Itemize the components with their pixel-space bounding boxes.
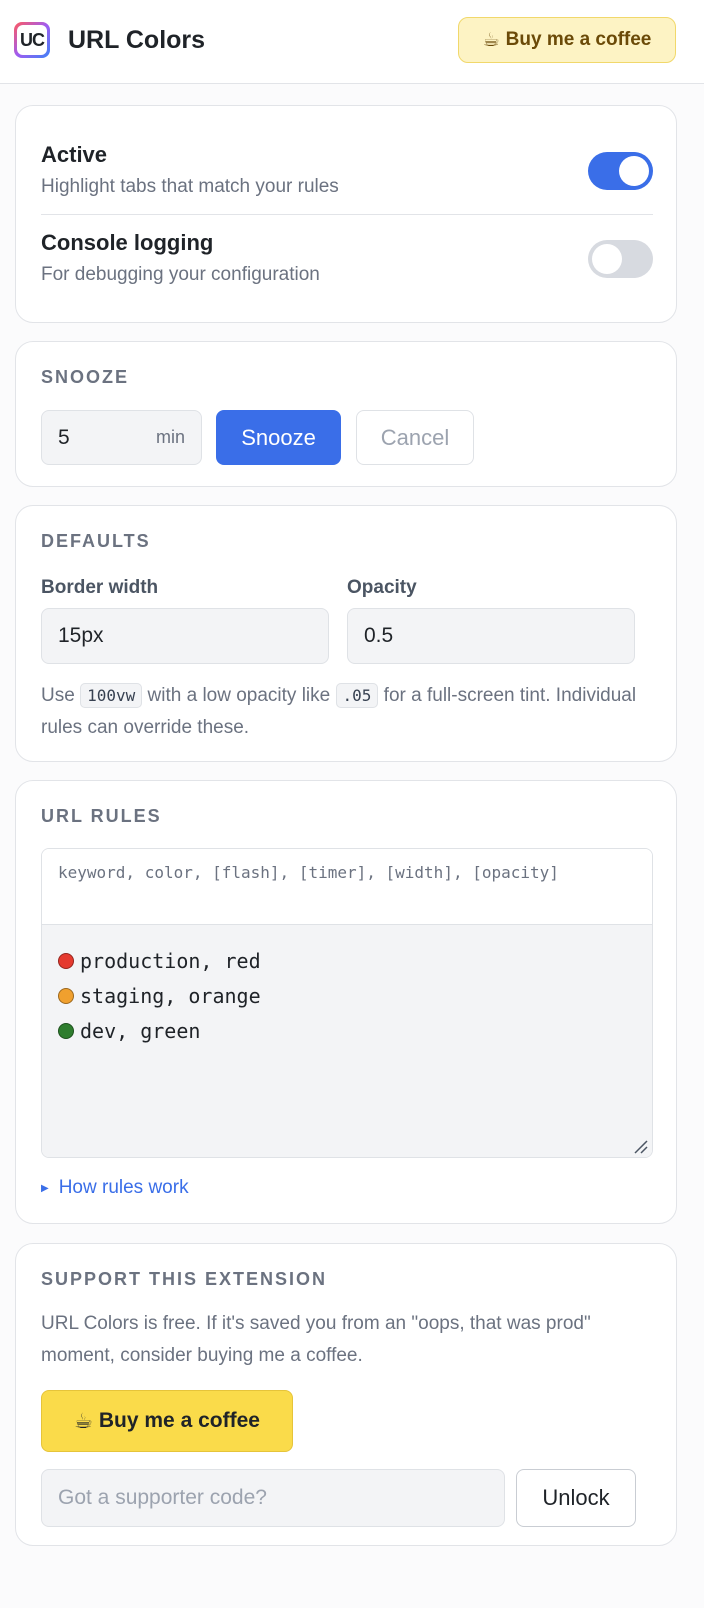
app-title: URL Colors: [68, 26, 206, 54]
logo-text: UC: [17, 25, 47, 55]
active-subtitle: Highlight tabs that match your rules: [41, 176, 339, 197]
resize-handle-icon[interactable]: [632, 1138, 648, 1154]
green-dot-icon: [58, 1022, 74, 1039]
toggles-card: Active Highlight tabs that match your ru…: [15, 105, 677, 323]
how-rules-work-label: How rules work: [58, 1177, 189, 1198]
support-heading: SUPPORT THIS EXTENSION: [41, 1269, 328, 1289]
defaults-card: DEFAULTS Border width 15px Opacity 0.5 U…: [15, 505, 677, 762]
toggle-knob: [619, 156, 649, 186]
hint-code-opacity: .05: [335, 683, 379, 708]
snooze-minutes-input[interactable]: 5 min: [41, 410, 202, 465]
buy-coffee-header-label: Buy me a coffee: [505, 29, 652, 50]
rule-text: dev, green: [80, 1018, 201, 1043]
border-width-input[interactable]: 15px: [41, 608, 329, 664]
rule-text: production, red: [80, 948, 261, 973]
rules-textarea[interactable]: production, red staging, orange dev, gre…: [42, 925, 652, 1157]
buy-coffee-button[interactable]: ☕ Buy me a coffee: [41, 1390, 293, 1452]
cancel-snooze-button[interactable]: Cancel: [356, 410, 474, 465]
rule-line: production, red: [58, 943, 636, 978]
hint-prefix: Use: [41, 685, 81, 706]
toggle-knob: [592, 244, 622, 274]
active-toggle[interactable]: [588, 152, 653, 190]
border-width-value: 15px: [58, 624, 104, 647]
rules-editor[interactable]: keyword, color, [flash], [timer], [width…: [41, 848, 653, 1158]
url-rules-card: URL RULES keyword, color, [flash], [time…: [15, 780, 677, 1224]
border-width-label: Border width: [41, 577, 159, 598]
rules-format-hint: keyword, color, [flash], [timer], [width…: [42, 849, 652, 925]
url-rules-heading: URL RULES: [41, 806, 162, 826]
opacity-value: 0.5: [364, 624, 394, 647]
header: UC URL Colors ☕ Buy me a coffee: [0, 0, 704, 84]
unlock-button[interactable]: Unlock: [516, 1469, 636, 1527]
hint-code-100vw: 100vw: [80, 683, 143, 708]
red-dot-icon: [58, 952, 74, 969]
console-logging-title: Console logging: [41, 230, 214, 255]
snooze-heading: SNOOZE: [41, 367, 130, 387]
coffee-icon: ☕: [74, 1409, 93, 1433]
snooze-card: SNOOZE 5 min Snooze Cancel: [15, 341, 677, 487]
buy-coffee-label: Buy me a coffee: [98, 1409, 260, 1432]
support-card: SUPPORT THIS EXTENSION URL Colors is fre…: [15, 1243, 677, 1546]
console-logging-toggle[interactable]: [588, 240, 653, 278]
orange-dot-icon: [58, 987, 74, 1004]
defaults-hint: Use 100vw with a low opacity like .05 fo…: [41, 680, 653, 744]
snooze-button[interactable]: Snooze: [216, 410, 341, 465]
active-title: Active: [41, 142, 108, 167]
console-logging-row: Console logging For debugging your confi…: [41, 230, 653, 286]
divider: [41, 214, 653, 215]
app-logo-icon: UC: [14, 22, 50, 58]
active-row: Active Highlight tabs that match your ru…: [41, 142, 653, 198]
defaults-heading: DEFAULTS: [41, 531, 151, 551]
support-text: URL Colors is free. If it's saved you fr…: [41, 1313, 591, 1366]
opacity-input[interactable]: 0.5: [347, 608, 635, 664]
disclosure-triangle-icon: ▶: [41, 1182, 49, 1194]
rule-text: staging, orange: [80, 983, 261, 1008]
console-logging-subtitle: For debugging your configuration: [41, 264, 320, 285]
hint-mid: with a low opacity like: [142, 685, 336, 706]
how-rules-work-link[interactable]: ▶ How rules work: [41, 1177, 189, 1199]
coffee-icon: ☕: [482, 29, 500, 51]
opacity-label: Opacity: [347, 577, 417, 598]
rule-line: dev, green: [58, 1013, 636, 1048]
buy-coffee-header-button[interactable]: ☕ Buy me a coffee: [458, 17, 676, 63]
rule-line: staging, orange: [58, 978, 636, 1013]
snooze-minutes-value: 5: [58, 425, 70, 449]
snooze-unit-label: min: [155, 427, 185, 447]
supporter-code-input[interactable]: [41, 1469, 505, 1527]
